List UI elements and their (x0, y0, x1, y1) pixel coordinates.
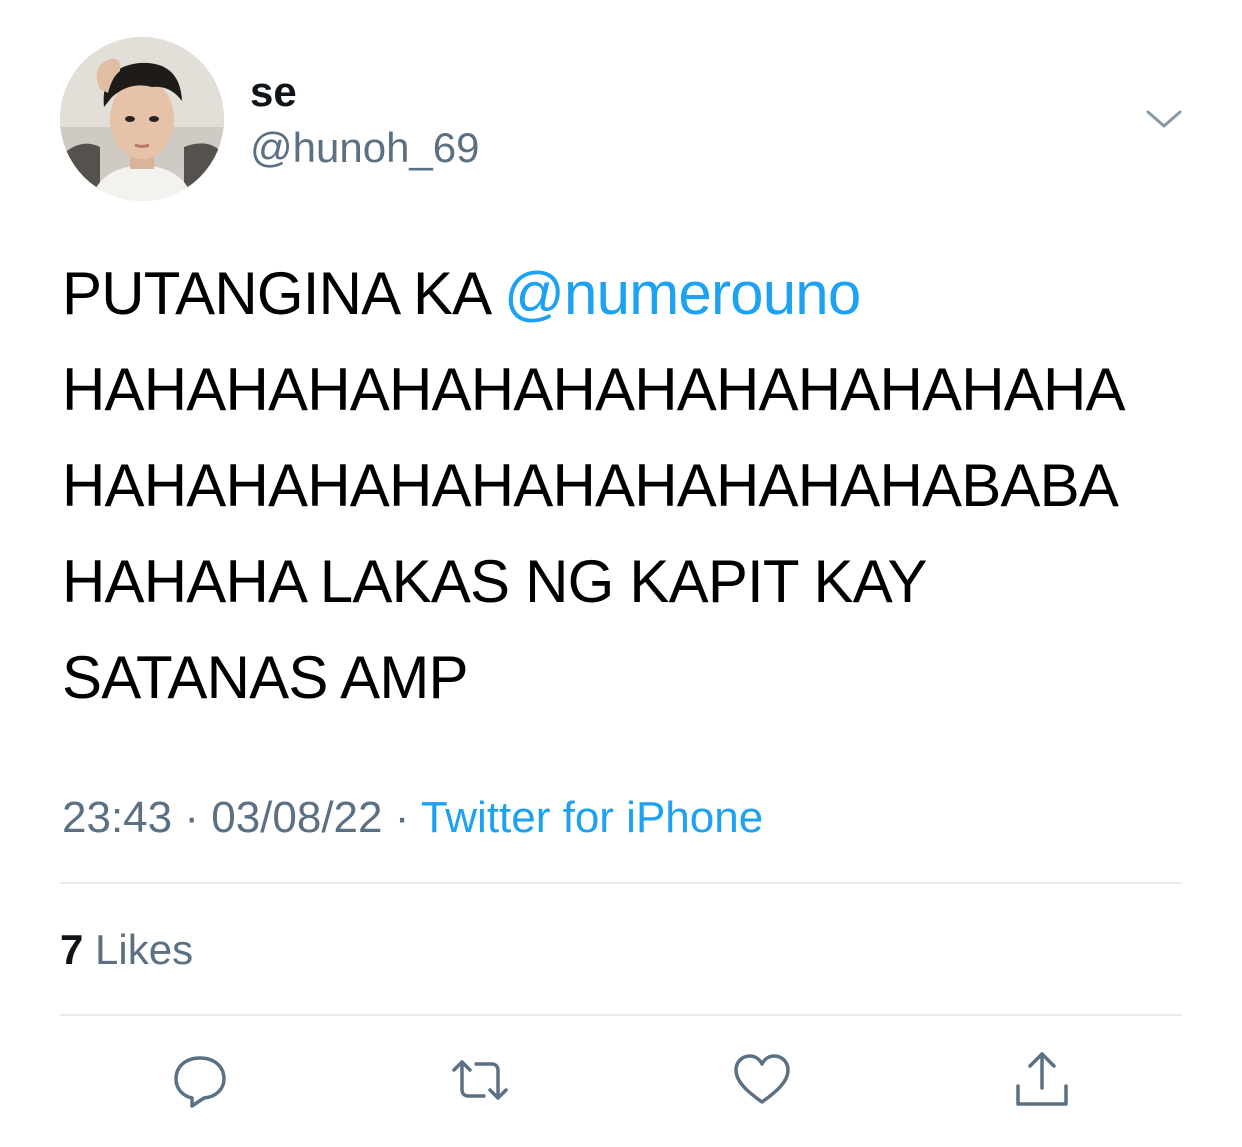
tweet-date[interactable]: 03/08/22 (211, 793, 382, 842)
avatar[interactable] (60, 37, 224, 201)
tweet-line: HAHAHAHAHAHAHAHAHAHAHAHAHA (62, 356, 1126, 423)
tweet-time[interactable]: 23:43 (62, 793, 172, 842)
tweet-line: SATANAS AMP (62, 644, 469, 711)
divider (60, 882, 1182, 884)
heart-icon (734, 1054, 790, 1104)
tweet-meta: 23:43 · 03/08/22 · Twitter for iPhone (62, 790, 763, 846)
likes-label: Likes (95, 926, 194, 973)
meta-separator: · (172, 793, 212, 842)
meta-separator: · (382, 793, 421, 842)
retweet-button[interactable] (448, 1048, 512, 1112)
tweet-text-prefix: PUTANGINA KA (62, 260, 504, 327)
tweet-line: PUTANGINA KA @numerouno (62, 246, 1212, 342)
comment-bubble-icon (174, 1056, 226, 1108)
like-button[interactable] (730, 1048, 794, 1112)
chevron-down-icon[interactable] (1144, 104, 1184, 134)
reply-button[interactable] (168, 1048, 232, 1112)
mention-link[interactable]: @numerouno (504, 260, 861, 327)
retweet-arrows-icon (452, 1060, 508, 1100)
avatar-photo (60, 37, 224, 201)
tweet-text: PUTANGINA KA @numerouno HAHAHAHAHAHAHAHA… (62, 246, 1212, 726)
likes-count: 7 (60, 926, 84, 973)
display-name[interactable]: se (250, 66, 297, 118)
tweet-line: HAHAHA LAKAS NG KAPIT KAY (62, 548, 928, 615)
tweet-source-link[interactable]: Twitter for iPhone (421, 793, 763, 842)
share-upload-icon (1016, 1052, 1068, 1106)
share-button[interactable] (1010, 1048, 1074, 1112)
likes-stat[interactable]: 7 Likes (60, 922, 193, 978)
tweet-line: HAHAHAHAHAHAHAHAHAHAHABABA (62, 452, 1119, 519)
user-handle[interactable]: @hunoh_69 (250, 122, 480, 174)
divider (60, 1014, 1182, 1016)
